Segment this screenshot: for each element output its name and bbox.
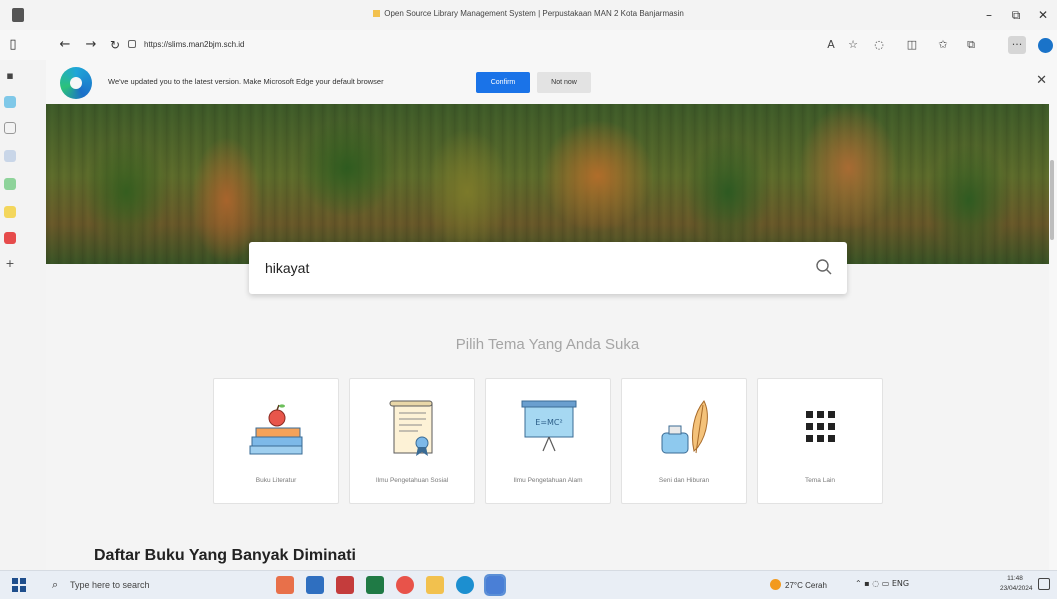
page-content: Pilih Tema Yang Anda Suka Buku Literatur — [46, 104, 1049, 570]
theme-label: Ilmu Pengetahuan Sosial — [375, 477, 449, 484]
tab-actions-icon[interactable]: ▯ — [4, 36, 22, 54]
page-scrollbar[interactable] — [1050, 160, 1054, 240]
restore-button[interactable]: ⧉ — [1005, 6, 1027, 24]
weather-widget[interactable]: 27°C Cerah — [770, 579, 827, 590]
url-text: https://slims.man2bjm.sch.id — [144, 40, 245, 49]
notification-center-icon[interactable] — [1038, 578, 1050, 590]
scroll-certificate-icon — [389, 400, 433, 456]
lock-icon — [128, 40, 136, 48]
back-button[interactable]: ← — [56, 36, 74, 54]
books-apple-icon — [249, 404, 303, 455]
sidebar: ▪ + — [0, 60, 46, 570]
theme-label: Tema Lain — [805, 477, 835, 484]
sidebar-search-icon[interactable] — [4, 150, 16, 162]
taskbar-app-mail[interactable] — [306, 576, 324, 594]
search-box — [249, 242, 847, 294]
windows-start-button[interactable] — [12, 578, 26, 592]
taskbar: ⌕ Type here to search 27°C Cerah ⌃ ▪ ◌ ▭… — [0, 570, 1057, 599]
update-notification-bar: We've updated you to the latest version.… — [46, 62, 1057, 104]
sidebar-add-icon[interactable]: + — [4, 258, 16, 270]
extensions-icon[interactable]: ◌ — [870, 36, 888, 54]
clock[interactable]: 11:48 23/04/2024 — [1000, 574, 1033, 594]
copilot-icon[interactable] — [1038, 38, 1053, 53]
theme-section-title: Pilih Tema Yang Anda Suka — [455, 336, 640, 353]
close-notification-icon[interactable]: ✕ — [1036, 73, 1047, 88]
edge-logo-icon — [60, 67, 92, 99]
sun-icon — [770, 579, 781, 590]
taskbar-app-pdf[interactable] — [336, 576, 354, 594]
clock-time: 11:48 — [1007, 575, 1023, 582]
whiteboard-formula-icon: E=MC² — [521, 400, 577, 452]
weather-text: 27°C Cerah — [785, 581, 827, 590]
split-screen-icon[interactable]: ◫ — [903, 36, 921, 54]
forward-button[interactable]: → — [82, 36, 100, 54]
favicon-icon — [373, 10, 381, 17]
window-title: Open Source Library Management System | … — [0, 9, 1057, 18]
hero-forest-image — [46, 104, 1049, 264]
sidebar-app-icon[interactable] — [4, 96, 16, 108]
taskbar-app-word-active[interactable] — [484, 574, 506, 596]
refresh-button[interactable]: ↻ — [106, 36, 124, 54]
grid-dots-icon — [806, 411, 835, 442]
window-title-text: Open Source Library Management System | … — [384, 9, 684, 18]
address-bar: ▯ ← → ↻ https://slims.man2bjm.sch.id A ☆… — [0, 30, 1057, 60]
not-now-button[interactable]: Not now — [537, 72, 591, 93]
sidebar-doc-icon[interactable] — [4, 122, 16, 134]
sidebar-games-icon[interactable] — [4, 178, 16, 190]
more-options-button[interactable]: ··· — [1008, 36, 1026, 54]
taskbar-app-excel[interactable] — [366, 576, 384, 594]
collections-icon[interactable]: ⧉ — [962, 36, 980, 54]
ink-feather-icon — [661, 400, 708, 454]
theme-label: Ilmu Pengetahuan Alam — [513, 477, 583, 484]
search-icon[interactable] — [815, 258, 833, 276]
search-icon: ⌕ — [52, 578, 59, 591]
theme-label: Buku Literatur — [255, 477, 297, 484]
title-bar: Open Source Library Management System | … — [0, 0, 1057, 30]
theme-card-literatur[interactable]: Buku Literatur — [213, 378, 339, 504]
popular-books-title: Daftar Buku Yang Banyak Diminati — [94, 547, 356, 564]
close-window-button[interactable]: ✕ — [1032, 6, 1054, 24]
taskbar-app-chrome[interactable] — [396, 576, 414, 594]
theme-label: Seni dan Hiburan — [658, 477, 710, 484]
url-field[interactable]: https://slims.man2bjm.sch.id — [128, 36, 808, 54]
taskbar-app-photos[interactable] — [276, 576, 294, 594]
sidebar-tabs-icon[interactable]: ▪ — [4, 70, 16, 82]
sidebar-tools-icon[interactable] — [4, 206, 16, 218]
sidebar-office-icon[interactable] — [4, 232, 16, 244]
notification-message: We've updated you to the latest version.… — [108, 77, 384, 86]
browser-window: Open Source Library Management System | … — [0, 0, 1057, 570]
search-input[interactable] — [265, 256, 785, 280]
taskbar-search-placeholder: Type here to search — [70, 580, 150, 590]
language-indicator: ENG — [891, 579, 910, 588]
svg-text:E=MC²: E=MC² — [535, 418, 562, 427]
taskbar-app-edge[interactable] — [456, 576, 474, 594]
clock-date: 23/04/2024 — [1000, 585, 1033, 592]
system-tray[interactable]: ⌃ ▪ ◌ ▭ ENG — [855, 579, 909, 588]
minimize-button[interactable]: – — [978, 6, 1000, 24]
read-aloud-icon[interactable]: A — [822, 36, 840, 54]
theme-card-ipa[interactable]: E=MC² Ilmu Pengetahuan Alam — [485, 378, 611, 504]
taskbar-app-explorer[interactable] — [426, 576, 444, 594]
confirm-button[interactable]: Confirm — [476, 72, 530, 93]
theme-card-lain[interactable]: Tema Lain — [757, 378, 883, 504]
theme-card-ips[interactable]: Ilmu Pengetahuan Sosial — [349, 378, 475, 504]
favorites-icon[interactable]: ✩ — [934, 36, 952, 54]
taskbar-search[interactable]: ⌕ Type here to search — [44, 574, 254, 596]
favorite-star-icon[interactable]: ☆ — [844, 36, 862, 54]
theme-card-seni[interactable]: Seni dan Hiburan — [621, 378, 747, 504]
